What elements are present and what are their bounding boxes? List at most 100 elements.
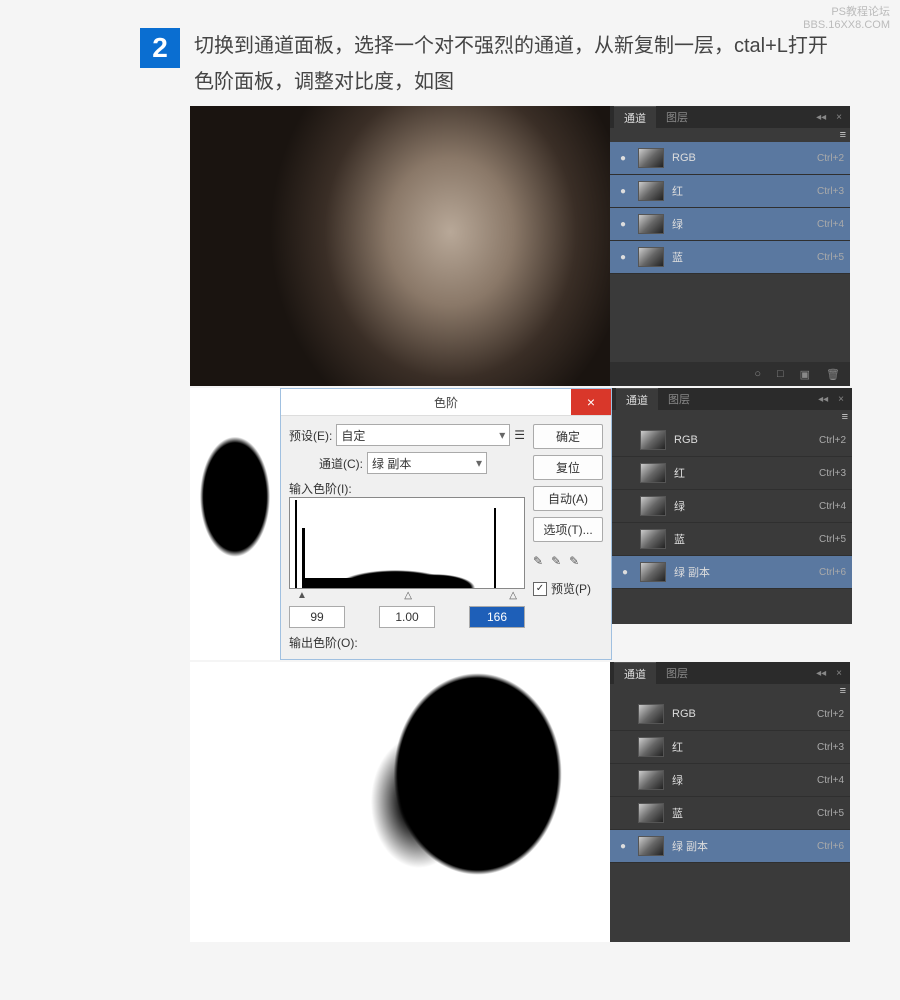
channel-name: 红	[672, 183, 809, 199]
histogram[interactable]	[289, 497, 525, 589]
preset-label: 预设(E):	[289, 427, 332, 444]
channel-shortcut: Ctrl+2	[817, 153, 844, 164]
visibility-eye-icon[interactable]	[616, 707, 630, 721]
channel-row[interactable]: 蓝Ctrl+5	[612, 523, 852, 556]
channel-thumbnail	[638, 181, 664, 201]
channel-shortcut: Ctrl+2	[817, 709, 844, 720]
channel-row[interactable]: 蓝Ctrl+5	[610, 241, 850, 274]
highlight-input[interactable]: 166	[469, 606, 525, 628]
channel-row[interactable]: RGB Ctrl+2	[610, 698, 850, 731]
new-channel-icon[interactable]: ▣	[800, 368, 810, 381]
channel-row[interactable]: RGB Ctrl+2	[610, 142, 850, 175]
channel-row[interactable]: 绿 副本Ctrl+6	[610, 830, 850, 863]
mask-icon[interactable]: □	[777, 368, 784, 380]
output-levels-label: 输出色阶(O):	[289, 634, 525, 651]
channel-select[interactable]: 绿 副本	[367, 452, 487, 474]
channel-name: RGB	[672, 708, 809, 720]
panel-menu-icon[interactable]: ≡	[842, 411, 848, 423]
tab-layers[interactable]: 图层	[656, 106, 698, 128]
panel-collapse-icon[interactable]: ◂◂	[816, 112, 826, 123]
visibility-eye-icon[interactable]	[616, 151, 630, 165]
channel-shortcut: Ctrl+4	[817, 219, 844, 230]
channel-shortcut: Ctrl+5	[817, 252, 844, 263]
channel-row[interactable]: RGBCtrl+2	[612, 424, 852, 457]
tab-channels[interactable]: 通道	[614, 106, 656, 129]
channel-row[interactable]: 绿 Ctrl+4	[610, 764, 850, 797]
channel-row[interactable]: 红 Ctrl+3	[610, 731, 850, 764]
reset-button[interactable]: 复位	[533, 455, 603, 480]
step-number-badge: 2	[140, 28, 180, 68]
channel-row[interactable]: 绿Ctrl+4	[612, 490, 852, 523]
tab-layers[interactable]: 图层	[656, 662, 698, 684]
highlight-slider-icon[interactable]: △	[509, 590, 517, 601]
panel-close-icon[interactable]: ×	[838, 394, 844, 405]
panel-close-icon[interactable]: ×	[836, 668, 842, 679]
channel-row[interactable]: 蓝Ctrl+5	[610, 797, 850, 830]
channels-panel-3: 通道 图层 ◂◂ × ≡ RGB Ctrl+2 红 Ctrl+3 绿 Ctrl+4 蓝Ctr…	[610, 662, 850, 942]
channel-shortcut: Ctrl+3	[817, 742, 844, 753]
channel-name: 红	[672, 739, 809, 755]
visibility-eye-icon[interactable]	[618, 466, 632, 480]
options-button[interactable]: 选项(T)...	[533, 517, 603, 542]
channel-row[interactable]: 绿 副本Ctrl+6	[612, 556, 852, 589]
gray-eyedropper-icon[interactable]: ✎	[551, 554, 561, 568]
visibility-eye-icon[interactable]	[618, 499, 632, 513]
channel-thumbnail	[638, 770, 664, 790]
visibility-eye-icon[interactable]	[616, 806, 630, 820]
channel-row[interactable]: 绿Ctrl+4	[610, 208, 850, 241]
visibility-eye-icon[interactable]	[616, 740, 630, 754]
mid-slider-icon[interactable]: △	[404, 590, 412, 601]
visibility-eye-icon[interactable]	[616, 773, 630, 787]
tab-channels[interactable]: 通道	[616, 388, 658, 411]
channel-shortcut: Ctrl+6	[817, 841, 844, 852]
white-eyedropper-icon[interactable]: ✎	[569, 554, 579, 568]
tab-layers[interactable]: 图层	[658, 388, 700, 410]
preset-menu-icon[interactable]: ☰	[514, 428, 525, 442]
channel-thumbnail	[638, 737, 664, 757]
channel-name: RGB	[672, 152, 809, 164]
channel-shortcut: Ctrl+2	[819, 435, 846, 446]
channel-thumbnail	[638, 803, 664, 823]
preview-checkbox[interactable]: ✓ 预览(P)	[533, 580, 603, 597]
visibility-eye-icon[interactable]	[616, 184, 630, 198]
visibility-eye-icon[interactable]	[618, 565, 632, 579]
visibility-eye-icon[interactable]	[616, 250, 630, 264]
channels-panel-2: 通道 图层 ◂◂ × ≡ RGBCtrl+2红Ctrl+3绿Ctrl+4蓝Ctr…	[612, 388, 852, 624]
panel-menu-icon[interactable]: ≡	[840, 129, 846, 141]
channel-shortcut: Ctrl+5	[819, 534, 846, 545]
threshold-result-photo	[190, 662, 610, 942]
visibility-eye-icon[interactable]	[616, 217, 630, 231]
channel-thumbnail	[638, 214, 664, 234]
close-icon[interactable]: ×	[571, 389, 611, 415]
preset-select[interactable]: 自定	[336, 424, 510, 446]
tab-channels[interactable]: 通道	[614, 662, 656, 685]
shadow-input[interactable]: 99	[289, 606, 345, 628]
channel-thumbnail	[638, 836, 664, 856]
channel-thumbnail	[640, 496, 666, 516]
channel-shortcut: Ctrl+4	[817, 775, 844, 786]
visibility-eye-icon[interactable]	[618, 433, 632, 447]
step-text: 切换到通道面板，选择一个对不强烈的通道，从新复制一层，ctal+L打开色阶面板，…	[194, 28, 840, 100]
trash-icon[interactable]: 🗑	[826, 368, 840, 381]
ok-button[interactable]: 确定	[533, 424, 603, 449]
panel-collapse-icon[interactable]: ◂◂	[818, 394, 828, 405]
panel-close-icon[interactable]: ×	[836, 112, 842, 123]
visibility-eye-icon[interactable]	[618, 532, 632, 546]
channels-panel-1: 通道 图层 ◂◂ × ≡ RGB Ctrl+2 红Ctrl+3绿Ctrl+4蓝Ctr…	[610, 106, 850, 386]
channel-thumbnail	[638, 247, 664, 267]
channel-shortcut: Ctrl+4	[819, 501, 846, 512]
channel-row[interactable]: 红Ctrl+3	[612, 457, 852, 490]
watermark-line2: BBS.16XX8.COM	[803, 19, 890, 32]
shadow-slider-icon[interactable]: ▲	[297, 590, 307, 601]
visibility-eye-icon[interactable]	[616, 839, 630, 853]
midtone-input[interactable]: 1.00	[379, 606, 435, 628]
panel-collapse-icon[interactable]: ◂◂	[816, 668, 826, 679]
selection-icon[interactable]: ○	[754, 368, 761, 380]
auto-button[interactable]: 自动(A)	[533, 486, 603, 511]
channel-name: 红	[674, 465, 811, 481]
channel-thumbnail	[638, 148, 664, 168]
panel-menu-icon[interactable]: ≡	[840, 685, 846, 697]
channel-row[interactable]: 红Ctrl+3	[610, 175, 850, 208]
channel-name: 绿	[672, 772, 809, 788]
black-eyedropper-icon[interactable]: ✎	[533, 554, 543, 568]
